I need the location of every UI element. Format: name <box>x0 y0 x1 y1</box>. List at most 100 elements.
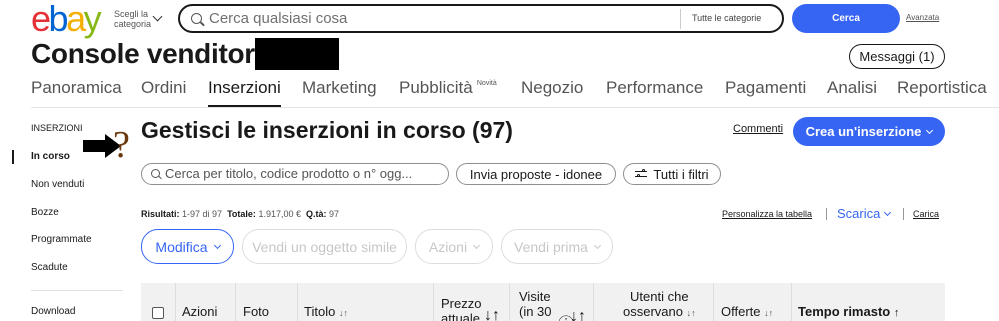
select-all-checkbox[interactable] <box>152 307 164 319</box>
qty-label: Q.tà: <box>306 209 327 219</box>
sell-first-label: Vendi prima <box>514 238 588 255</box>
actions-label: Azioni <box>428 238 468 255</box>
listing-search-field[interactable]: Cerca per titolo, codice prodotto o n° o… <box>141 163 449 185</box>
chevron-down-icon <box>473 241 481 249</box>
download-menu-button[interactable]: Scarica <box>837 206 892 221</box>
tab-ordini[interactable]: Ordini <box>141 78 186 98</box>
sidebar-item-non-venduti[interactable]: Non venduti <box>31 179 84 190</box>
all-filters-label: Tutti i filtri <box>653 166 709 182</box>
link-separator <box>903 208 904 220</box>
col-price-header[interactable]: Prezzo attuale <box>441 296 481 321</box>
results-label: Risultati: <box>141 209 180 219</box>
sidebar-item-scadute[interactable]: Scadute <box>31 262 68 273</box>
chevron-down-icon <box>213 241 221 249</box>
column-separator <box>791 283 792 321</box>
col-visits-line1: Visite <box>519 289 551 304</box>
col-visits-line2: (in 30 <box>519 304 552 319</box>
sidebar-item-in-corso[interactable]: In corso <box>31 151 70 162</box>
shop-by-category-label: Scegli la categoria <box>114 9 152 29</box>
create-listing-button[interactable]: Crea un'inserzione <box>793 117 945 146</box>
qty-value: 97 <box>329 209 340 219</box>
sort-ascending-icon: ↑ <box>893 307 900 319</box>
content-title: Gestisci le inserzioni in corso (97) <box>141 117 513 143</box>
logo-letter-e: e <box>31 0 51 39</box>
total-label: Totale: <box>227 209 256 219</box>
results-summary: Risultati: 1-97 di 97 Totale: 1.917,00 €… <box>141 209 339 219</box>
column-separator <box>235 283 236 321</box>
category-select[interactable]: Tutte le categorie <box>692 13 761 23</box>
sidebar-item-download[interactable]: Download <box>31 306 75 317</box>
col-price-line1: Prezzo <box>441 296 482 311</box>
table-header: Azioni Foto Titolo ↓↑ Prezzo attuale ↓↑ V… <box>141 283 945 321</box>
customize-table-link[interactable]: Personalizza la tabella <box>722 209 812 219</box>
tab-panoramica[interactable]: Panoramica <box>31 78 122 98</box>
tab-pubblicita[interactable]: Pubblicità Novità <box>399 78 497 98</box>
edit-button[interactable]: Modifica <box>141 229 234 264</box>
sidebar-divider <box>31 290 123 291</box>
shop-by-category-button[interactable]: Scegli la categoria <box>114 9 163 29</box>
main-tabs: Panoramica Ordini Inserzioni Marketing P… <box>0 78 999 107</box>
column-separator <box>509 283 510 321</box>
logo-letter-y: y <box>83 0 102 39</box>
col-offers-label: Offerte <box>721 304 761 319</box>
sort-icon: ↓↑ <box>570 308 586 321</box>
create-listing-label: Crea un'inserzione <box>805 124 922 139</box>
chevron-down-icon <box>593 241 602 249</box>
col-visits-header[interactable]: Visite (in 30 <box>519 289 552 319</box>
logo-letter-a: a <box>66 0 86 39</box>
upload-link[interactable]: Carica <box>913 209 939 219</box>
col-time-left-header[interactable]: Tempo rimasto ↑ <box>798 304 899 321</box>
all-filters-button[interactable]: Tutti i filtri <box>623 163 721 185</box>
edit-label: Modifica <box>155 238 208 255</box>
ebay-logo[interactable]: e b a y <box>31 0 109 39</box>
main-search-bar[interactable]: Cerca qualsiasi cosa Tutte le categorie <box>178 4 784 33</box>
chevron-down-icon <box>152 11 163 22</box>
tab-inserzioni[interactable]: Inserzioni <box>208 78 281 107</box>
tab-reportistica[interactable]: Reportistica <box>897 78 987 98</box>
new-badge: Novità <box>476 80 497 87</box>
logo-letter-b: b <box>48 0 69 39</box>
col-watchers-header[interactable]: Utenti che osservano ↓↑ <box>623 289 696 321</box>
sort-icon: ↓↑ <box>338 308 348 318</box>
col-title-label: Titolo <box>304 304 336 319</box>
chevron-down-icon <box>926 126 934 134</box>
link-separator <box>826 208 827 220</box>
advanced-search-link[interactable]: Avanzata <box>906 13 939 22</box>
column-separator <box>297 283 298 321</box>
total-value: 1.917,00 € <box>258 209 301 219</box>
column-separator <box>713 283 714 321</box>
actions-button[interactable]: Azioni <box>415 229 493 264</box>
sidebar-item-bozze[interactable]: Bozze <box>31 207 59 218</box>
sort-icon: ↓↑ <box>764 308 774 318</box>
col-offers-header[interactable]: Offerte ↓↑ <box>721 304 773 321</box>
main-search-input[interactable]: Cerca qualsiasi cosa <box>209 10 347 27</box>
search-button[interactable]: Cerca <box>792 4 900 33</box>
tabs-divider <box>31 107 999 108</box>
download-menu-label: Scarica <box>837 206 881 221</box>
tab-analisi[interactable]: Analisi <box>827 78 877 98</box>
col-actions-header: Azioni <box>182 304 218 319</box>
sort-icon: ↓↑ <box>484 307 500 321</box>
messages-button[interactable]: Messaggi (1) <box>849 44 945 69</box>
sidebar-item-programmate[interactable]: Programmate <box>31 234 92 245</box>
comments-link[interactable]: Commenti <box>733 123 783 135</box>
results-value: 1-97 di 97 <box>182 209 223 219</box>
tab-marketing[interactable]: Marketing <box>302 78 377 98</box>
col-title-header[interactable]: Titolo ↓↑ <box>304 304 348 321</box>
page-title: Console venditori <box>31 38 263 69</box>
listing-search-input[interactable]: Cerca per titolo, codice prodotto o n° o… <box>165 166 412 181</box>
sell-similar-button[interactable]: Vendi un oggetto simile <box>242 229 407 264</box>
column-separator <box>433 283 434 321</box>
tab-pagamenti[interactable]: Pagamenti <box>725 78 806 98</box>
chevron-down-icon <box>884 208 892 216</box>
annotation-question-mark: ? <box>113 124 130 166</box>
column-separator <box>175 283 176 321</box>
send-offers-button[interactable]: Invia proposte - idonee <box>456 163 616 185</box>
col-watchers-line2: osservano <box>623 304 683 319</box>
tab-performance[interactable]: Performance <box>606 78 703 98</box>
filter-icon <box>635 169 648 179</box>
col-watchers-line1: Utenti che <box>630 289 689 304</box>
sell-first-button[interactable]: Vendi prima <box>501 229 613 264</box>
column-separator <box>593 283 594 321</box>
tab-negozio[interactable]: Negozio <box>521 78 583 98</box>
